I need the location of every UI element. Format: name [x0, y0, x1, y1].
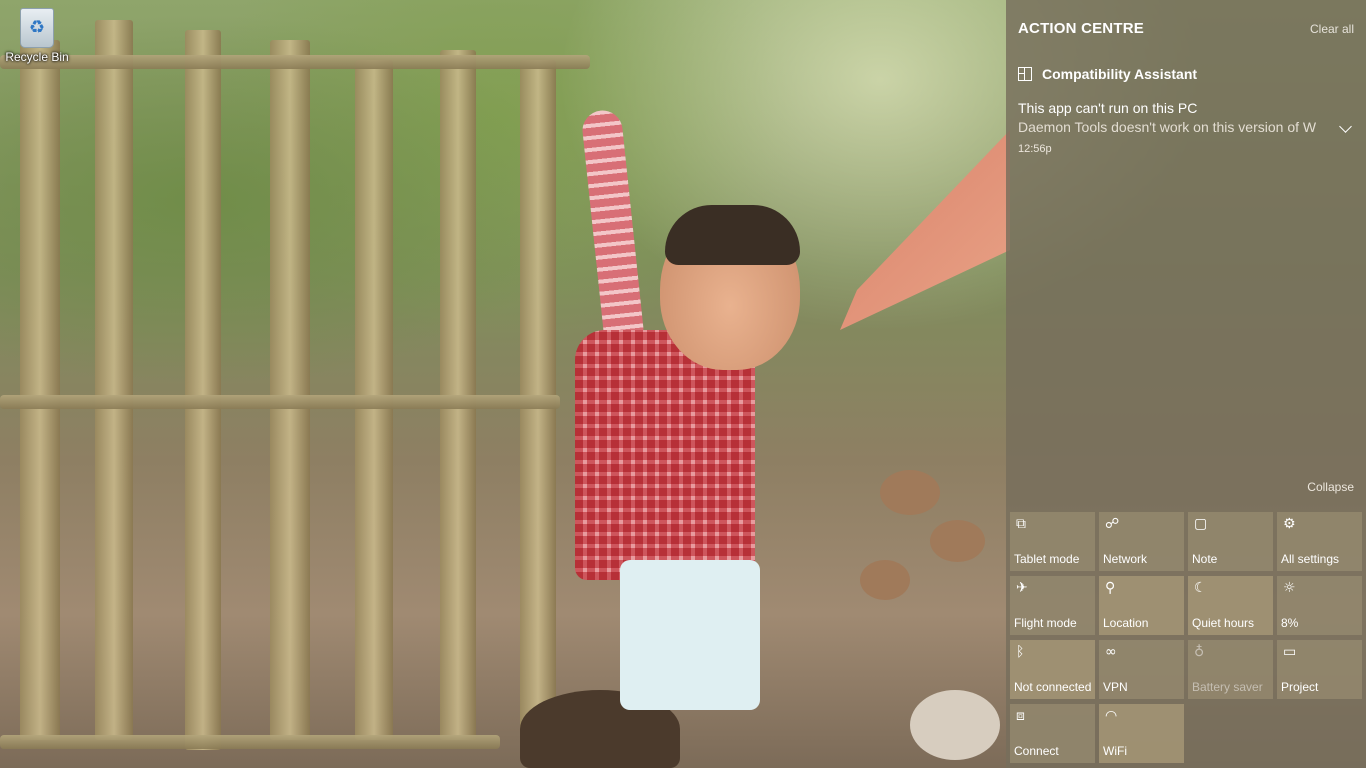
quick-action-label: 8%: [1281, 616, 1299, 630]
child-arm: [580, 108, 646, 352]
brightness-icon: ☼: [1283, 580, 1296, 596]
fence-rail: [0, 55, 590, 69]
coconut: [930, 520, 985, 562]
quick-action-label: Quiet hours: [1192, 616, 1255, 630]
quick-action-connect[interactable]: ⧈ Connect: [1010, 704, 1095, 763]
bluetooth-icon: ᛒ: [1016, 644, 1025, 660]
quick-action-bluetooth[interactable]: ᛒ Not connected: [1010, 640, 1095, 699]
quick-action-project[interactable]: ▭ Project: [1277, 640, 1362, 699]
recycle-bin-icon: [20, 8, 54, 48]
coconut: [910, 690, 1000, 760]
notification-title: This app can't run on this PC: [1018, 100, 1198, 116]
quick-action-airplane[interactable]: ✈ Flight mode: [1010, 576, 1095, 635]
action-centre-panel: ACTION CENTRE Clear all Compatibility As…: [1006, 0, 1366, 768]
quick-action-battery-saver[interactable]: ♁ Battery saver: [1188, 640, 1273, 699]
quick-action-label: Battery saver: [1192, 680, 1263, 694]
quick-action-location[interactable]: ⚲ Location: [1099, 576, 1184, 635]
connect-icon: ⧈: [1016, 708, 1025, 724]
quick-action-label: All settings: [1281, 552, 1340, 566]
note-icon: ▢: [1194, 516, 1208, 532]
notification-item[interactable]: This app can't run on this PC Daemon Too…: [1018, 100, 1358, 155]
quick-action-label: VPN: [1103, 680, 1128, 694]
clear-all-button[interactable]: Clear all: [1310, 22, 1354, 36]
action-centre-title: ACTION CENTRE: [1018, 20, 1144, 37]
child-hair: [665, 205, 800, 265]
notification-app-name: Compatibility Assistant: [1042, 66, 1198, 82]
vpn-icon: ∞: [1105, 644, 1117, 660]
notification-group-header[interactable]: Compatibility Assistant: [1018, 66, 1197, 82]
red-cloth: [840, 130, 1010, 330]
quick-action-label: Connect: [1014, 744, 1059, 758]
quick-action-note[interactable]: ▢ Note: [1188, 512, 1273, 571]
desktop-icon-label: Recycle Bin: [5, 50, 69, 64]
moon-icon: ☾: [1194, 580, 1207, 596]
quick-action-label: Note: [1192, 552, 1218, 566]
wifi-icon: ◠: [1105, 708, 1118, 724]
quick-action-label: Location: [1103, 616, 1149, 630]
quick-action-moon[interactable]: ☾ Quiet hours: [1188, 576, 1273, 635]
settings-gear-icon: ⚙: [1283, 516, 1296, 532]
quick-action-label: Project: [1281, 680, 1319, 694]
quick-action-label: Network: [1103, 552, 1148, 566]
network-icon: ☍: [1105, 516, 1120, 532]
coconut: [880, 470, 940, 515]
coconut: [860, 560, 910, 600]
chevron-down-icon[interactable]: [1339, 120, 1352, 133]
quick-actions-grid: ⧉ Tablet mode ☍ Network ▢ Note ⚙ All settings ✈ F…: [1010, 512, 1362, 763]
fence-rail: [0, 395, 560, 409]
location-icon: ⚲: [1105, 580, 1116, 596]
quick-action-label: Not connected: [1014, 680, 1092, 694]
quick-action-tablet-mode[interactable]: ⧉ Tablet mode: [1010, 512, 1095, 571]
project-icon: ▭: [1283, 644, 1297, 660]
fence-post: [95, 20, 133, 740]
fence-post: [185, 30, 221, 750]
fence-post: [20, 40, 60, 740]
quick-action-network[interactable]: ☍ Network: [1099, 512, 1184, 571]
quick-action-label: Tablet mode: [1014, 552, 1080, 566]
quick-action-brightness[interactable]: ☼ 8%: [1277, 576, 1362, 635]
battery-saver-icon: ♁: [1194, 644, 1205, 660]
airplane-icon: ✈: [1016, 580, 1028, 596]
quick-action-settings-gear[interactable]: ⚙ All settings: [1277, 512, 1362, 571]
child-shorts: [620, 560, 760, 710]
desktop-icon-recycle-bin[interactable]: Recycle Bin: [4, 8, 70, 64]
fence-post: [270, 40, 310, 740]
quick-action-label: WiFi: [1103, 744, 1127, 758]
collapse-button[interactable]: Collapse: [1307, 480, 1354, 494]
quick-action-vpn[interactable]: ∞ VPN: [1099, 640, 1184, 699]
tablet-mode-icon: ⧉: [1016, 516, 1026, 532]
notification-body: Daemon Tools doesn't work on this versio…: [1018, 119, 1317, 135]
notification-time: 12:56p: [1018, 143, 1052, 155]
compatibility-assistant-icon: [1018, 67, 1032, 81]
fence-rail: [0, 735, 500, 749]
quick-action-label: Flight mode: [1014, 616, 1077, 630]
quick-action-wifi[interactable]: ◠ WiFi: [1099, 704, 1184, 763]
